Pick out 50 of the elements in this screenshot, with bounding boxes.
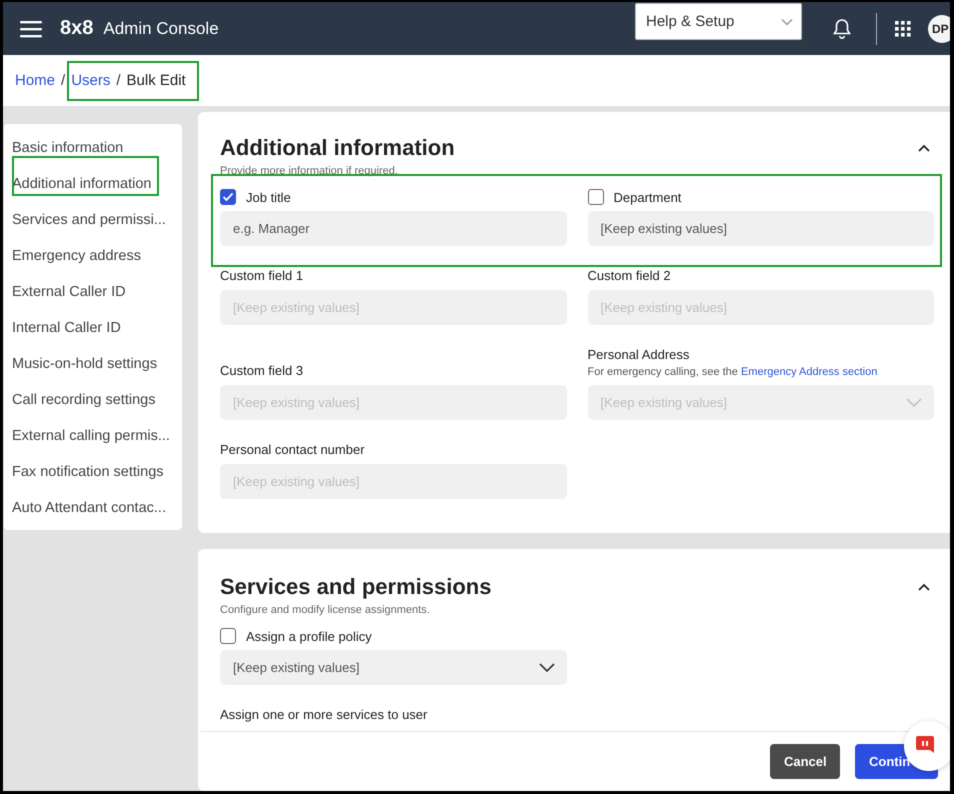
logo: 8x8	[60, 17, 94, 40]
sidebar-item[interactable]: Call recording settings	[4, 382, 182, 418]
cancel-button[interactable]: Cancel	[770, 744, 840, 779]
sidebar-item[interactable]: External Caller ID	[4, 274, 182, 310]
select-field[interactable]: [Keep existing values]	[220, 650, 566, 685]
field-label: Custom field 3	[220, 363, 304, 378]
section-subtitle: Configure and modify license assignments.	[220, 604, 431, 616]
sidebar-item[interactable]: Auto Attendant contac...	[4, 490, 182, 526]
sidebar-item[interactable]: Internal Caller ID	[4, 310, 182, 346]
checkbox[interactable]	[220, 628, 236, 644]
menu-icon[interactable]	[20, 20, 42, 38]
field-hint: For emergency calling, see the Emergency Address section	[588, 366, 878, 378]
field-label: Personal contact number	[220, 442, 366, 457]
field-label: Assign one or more services to user	[220, 707, 428, 722]
notification-bell-icon[interactable]	[832, 18, 852, 40]
breadcrumb-link[interactable]: Users	[71, 72, 110, 89]
checkbox[interactable]	[588, 189, 604, 205]
chevron-up-icon[interactable]	[918, 144, 930, 152]
chevron-up-icon[interactable]	[918, 583, 930, 591]
field-label: Custom field 2	[588, 268, 672, 283]
input-field[interactable]: e.g. Manager	[220, 211, 566, 246]
chevron-down-icon	[781, 18, 793, 26]
help-dropdown[interactable]: Help & Setup	[635, 3, 802, 40]
field-label: Custom field 1	[220, 268, 304, 283]
breadcrumb-separator: /	[116, 72, 121, 89]
chevron-down-icon	[906, 398, 922, 407]
app-grid-icon[interactable]	[895, 20, 911, 36]
sidebar-item[interactable]: Services and permissi...	[4, 202, 182, 238]
checkbox[interactable]	[220, 189, 236, 205]
sidebar-item[interactable]: Music-on-hold settings	[4, 346, 182, 382]
field-label: Department	[614, 190, 682, 204]
chevron-down-icon	[538, 663, 554, 672]
section-title: Services and permissions	[220, 574, 492, 600]
sidebar-item[interactable]: Emergency address	[4, 238, 182, 274]
breadcrumb-separator: /	[61, 72, 66, 89]
sidebar-item[interactable]: Fax notification settings	[4, 454, 182, 490]
chat-bubble-icon	[916, 736, 934, 756]
section-title: Additional information	[220, 135, 455, 161]
app-title: Admin Console	[103, 18, 219, 38]
input-field[interactable]: [Keep existing values]	[588, 211, 934, 246]
breadcrumb-link[interactable]: Home	[15, 72, 56, 89]
field-label: Personal Address	[588, 347, 690, 362]
field-label: Assign a profile policy	[246, 628, 372, 644]
breadcrumb-current: Bulk Edit	[126, 72, 186, 89]
user-avatar[interactable]: DP	[928, 14, 950, 42]
field-label: Job title	[246, 190, 291, 204]
sidebar-item[interactable]: Basic information	[4, 130, 182, 166]
section-subtitle: Provide more information if required.	[220, 165, 399, 177]
sidebar-item[interactable]: Additional information	[4, 166, 182, 202]
sidebar-item[interactable]: External calling permis...	[4, 418, 182, 454]
